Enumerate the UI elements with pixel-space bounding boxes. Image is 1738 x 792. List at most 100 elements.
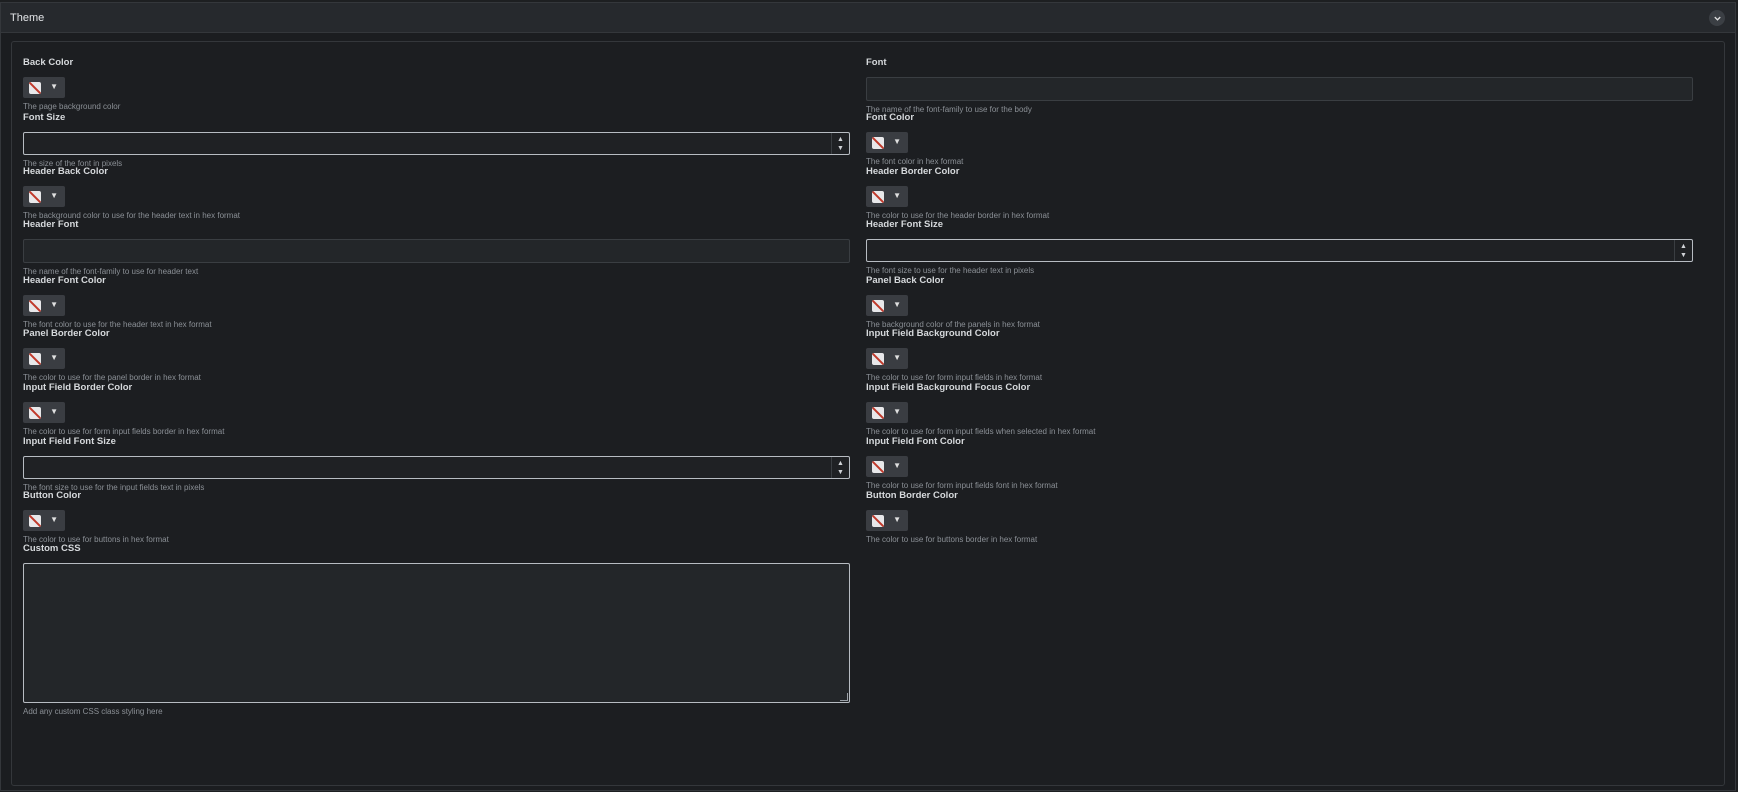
field-label: Back Color — [23, 57, 74, 68]
caret-down-icon: ▼ — [893, 300, 901, 309]
field-help: The color to use for the panel border in… — [23, 373, 201, 382]
empty-color-swatch-icon — [29, 300, 41, 312]
caret-down-icon: ▼ — [50, 300, 58, 309]
caret-down-icon: ▼ — [50, 353, 58, 362]
field-label: Panel Border Color — [23, 328, 110, 339]
input-bg-focus-color-picker[interactable]: ▼ — [866, 402, 908, 423]
spin-down-icon[interactable]: ▼ — [837, 468, 844, 477]
field-label: Input Field Font Size — [23, 436, 116, 447]
empty-color-swatch-icon — [29, 82, 41, 94]
field-label: Custom CSS — [23, 543, 81, 554]
spin-up-icon[interactable]: ▲ — [837, 459, 844, 468]
empty-color-swatch-icon — [29, 353, 41, 365]
collapse-button[interactable] — [1709, 10, 1725, 26]
custom-css-field: Custom CSS Add any custom CSS class styl… — [23, 543, 850, 716]
input-border-color-picker[interactable]: ▼ — [23, 402, 65, 423]
number-spinner[interactable]: ▲ ▼ — [831, 133, 849, 154]
field-help: The font size to use for the header text… — [866, 266, 1035, 275]
empty-color-swatch-icon — [872, 515, 884, 527]
field-help: The color to use for buttons border in h… — [866, 535, 1038, 544]
input-font-color-picker[interactable]: ▼ — [866, 456, 908, 477]
header-border-color-picker[interactable]: ▼ — [866, 186, 908, 207]
font-size-input[interactable]: ▲ ▼ — [23, 132, 850, 155]
input-bg-color-picker[interactable]: ▼ — [866, 348, 908, 369]
field-help: The font color in hex format — [866, 157, 964, 166]
header-font-input[interactable] — [23, 239, 850, 263]
font-input[interactable] — [866, 77, 1693, 101]
field-help: The color to use for form input fields b… — [23, 427, 225, 436]
caret-down-icon: ▼ — [893, 461, 901, 470]
empty-color-swatch-icon — [29, 515, 41, 527]
input-font-color-field: Input Field Font Color ▼ The color to us… — [866, 436, 1058, 490]
field-label: Font Size — [23, 112, 66, 123]
field-help: The page background color — [23, 102, 121, 111]
header-font-size-input[interactable]: ▲ ▼ — [866, 239, 1693, 262]
field-label: Button Color — [23, 490, 82, 501]
input-border-color-field: Input Field Border Color ▼ The color to … — [23, 382, 224, 436]
button-color-picker[interactable]: ▼ — [23, 510, 65, 531]
header-font-field: Header Font The name of the font-family … — [23, 219, 850, 276]
caret-down-icon: ▼ — [893, 353, 901, 362]
field-help: The color to use for form input fields i… — [866, 373, 1043, 382]
spin-up-icon[interactable]: ▲ — [1680, 242, 1687, 251]
panel-border-color-picker[interactable]: ▼ — [23, 348, 65, 369]
caret-down-icon: ▼ — [50, 407, 58, 416]
resize-grip-icon[interactable] — [840, 693, 848, 701]
caret-down-icon: ▼ — [893, 407, 901, 416]
header-back-color-field: Header Back Color ▼ The background color… — [23, 166, 240, 220]
panel-border-color-field: Panel Border Color ▼ The color to use fo… — [23, 328, 201, 382]
button-color-field: Button Color ▼ The color to use for butt… — [23, 490, 169, 544]
field-help: Add any custom CSS class styling here — [23, 707, 163, 716]
panel-back-color-picker[interactable]: ▼ — [866, 295, 908, 316]
section-title: Theme — [10, 12, 45, 24]
field-label: Font Color — [866, 112, 915, 123]
caret-down-icon: ▼ — [50, 515, 58, 524]
empty-color-swatch-icon — [29, 191, 41, 203]
font-color-picker[interactable]: ▼ — [866, 132, 908, 153]
custom-css-textarea[interactable] — [23, 563, 850, 703]
field-label: Input Field Border Color — [23, 382, 133, 393]
header-back-color-picker[interactable]: ▼ — [23, 186, 65, 207]
back-color-field: Back Color ▼ The page background color — [23, 57, 120, 111]
number-spinner[interactable]: ▲ ▼ — [831, 457, 849, 478]
header-font-color-field: Header Font Color ▼ The font color to us… — [23, 275, 212, 329]
caret-down-icon: ▼ — [893, 515, 901, 524]
empty-color-swatch-icon — [872, 353, 884, 365]
caret-down-icon: ▼ — [893, 191, 901, 200]
field-label: Font — [866, 57, 887, 68]
section-header[interactable]: Theme — [1, 3, 1735, 33]
field-label: Header Border Color — [866, 166, 960, 177]
header-font-color-picker[interactable]: ▼ — [23, 295, 65, 316]
field-label: Header Font Color — [23, 275, 106, 286]
field-help: The color to use for form input fields w… — [866, 427, 1096, 436]
input-bg-focus-color-field: Input Field Background Focus Color ▼ The… — [866, 382, 1095, 436]
field-label: Header Back Color — [23, 166, 109, 177]
chevron-down-icon — [1713, 16, 1721, 21]
field-help: The color to use for form input fields f… — [866, 481, 1058, 490]
field-help: The name of the font-family to use for t… — [866, 105, 1032, 114]
header-font-size-field: Header Font Size ▲ ▼ The font size to use… — [866, 219, 1693, 275]
theme-form-panel: Back Color ▼ The page background color F… — [11, 41, 1725, 786]
caret-down-icon: ▼ — [893, 137, 901, 146]
number-spinner[interactable]: ▲ ▼ — [1674, 240, 1692, 261]
field-label: Header Font Size — [866, 219, 944, 230]
field-label: Header Font — [23, 219, 79, 230]
button-border-color-field: Button Border Color ▼ The color to use f… — [866, 490, 1037, 544]
input-font-size-input[interactable]: ▲ ▼ — [23, 456, 850, 479]
panel-back-color-field: Panel Back Color ▼ The background color … — [866, 275, 1040, 329]
caret-down-icon: ▼ — [50, 191, 58, 200]
header-border-color-field: Header Border Color ▼ The color to use f… — [866, 166, 1049, 220]
font-field: Font The name of the font-family to use … — [866, 57, 1693, 114]
field-label: Input Field Font Color — [866, 436, 965, 447]
theme-section: Theme Back Color ▼ The page background c… — [0, 2, 1736, 791]
font-color-field: Font Color ▼ The font color in hex forma… — [866, 112, 963, 166]
field-label: Panel Back Color — [866, 275, 945, 286]
button-border-color-picker[interactable]: ▼ — [866, 510, 908, 531]
spin-down-icon[interactable]: ▼ — [837, 144, 844, 153]
input-bg-color-field: Input Field Background Color ▼ The color… — [866, 328, 1042, 382]
spin-down-icon[interactable]: ▼ — [1680, 251, 1687, 260]
spin-up-icon[interactable]: ▲ — [837, 135, 844, 144]
back-color-picker[interactable]: ▼ — [23, 77, 65, 98]
field-label: Input Field Background Focus Color — [866, 382, 1031, 393]
font-size-field: Font Size ▲ ▼ The size of the font in pix… — [23, 112, 850, 168]
